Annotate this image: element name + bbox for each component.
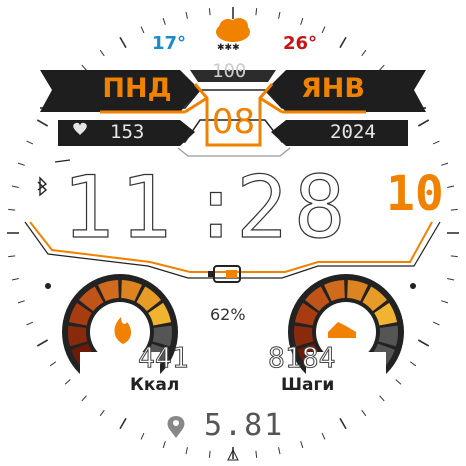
calories-label: Ккал (130, 375, 180, 395)
cloud-snow-icon: ✱✱✱ (216, 18, 250, 53)
bezel-tick (185, 11, 188, 19)
bezel-tick (8, 208, 16, 211)
bezel-tick (26, 321, 34, 326)
bezel-tick (417, 339, 430, 347)
bezel-tick (321, 26, 326, 34)
bezel-tick (379, 64, 385, 71)
bezel-tick (99, 49, 105, 57)
bezel-tick (17, 300, 25, 304)
bezel-tick (300, 441, 304, 449)
bezel-tick (441, 300, 449, 304)
bezel-tick (11, 185, 19, 188)
bezel-tick (278, 447, 281, 455)
time-separator: : (189, 157, 242, 258)
time-seconds: 10 (386, 166, 444, 222)
bezel-tick (255, 8, 258, 16)
bezel-tick (140, 26, 145, 34)
bezel-tick (11, 278, 19, 281)
time-minutes: 28 (235, 157, 352, 258)
bezel-tick (278, 11, 281, 19)
bezel-tick (36, 339, 49, 347)
bezel-tick (8, 255, 16, 258)
bezel-tick (361, 409, 367, 417)
bezel-tick (64, 379, 71, 385)
month: ЯНВ (301, 73, 365, 104)
time-hours: 11 (61, 157, 178, 258)
bezel-tick (432, 140, 440, 145)
bezel-tick (81, 64, 87, 71)
bezel-tick (185, 447, 188, 455)
bezel-tick (255, 450, 258, 458)
bezel-tick (162, 17, 166, 25)
day: 08 (211, 102, 256, 142)
heart-rate-value: 153 (110, 121, 145, 143)
bezel-tick (450, 255, 458, 258)
bezel-tick (395, 379, 402, 385)
bezel-tick (81, 395, 87, 402)
distance-value: 5.81 (204, 408, 285, 443)
bezel-tick (99, 409, 105, 417)
bezel-tick (26, 140, 34, 145)
bezel-tick (417, 119, 430, 127)
bezel-tick (379, 395, 385, 402)
year: 2024 (330, 121, 376, 143)
calories-value: 441 (138, 341, 190, 375)
bluetooth-icon (37, 176, 48, 197)
bezel-tick (36, 119, 49, 127)
bezel-tick (321, 432, 326, 440)
bezel-tick (339, 417, 347, 430)
bezel-tick (119, 36, 127, 49)
temp-high: 26° (283, 33, 318, 54)
bezel-tick (450, 208, 458, 211)
side-dot-left (45, 283, 51, 289)
bezel-tick (49, 361, 57, 367)
temp-low: 17° (152, 33, 187, 54)
bezel-tick (339, 36, 347, 49)
weekday: ПНД (102, 73, 172, 104)
humidity-value: 100 (212, 60, 247, 82)
side-dot-right (410, 283, 416, 289)
svg-text:✱✱✱: ✱✱✱ (217, 43, 240, 53)
bezel-tick (17, 162, 25, 166)
steps-value: 8184 (267, 341, 336, 375)
bezel-tick (432, 321, 440, 326)
steps-label: Шаги (281, 375, 335, 395)
battery-icon (208, 265, 241, 283)
bezel-tick (361, 49, 367, 57)
bezel-tick (447, 185, 455, 188)
bezel-tick (447, 278, 455, 281)
bezel-tick (208, 450, 211, 458)
bezel-tick (409, 361, 417, 367)
bezel-tick (140, 432, 145, 440)
location-pin-icon (167, 416, 185, 438)
battery-percent: 62% (210, 305, 246, 324)
bezel-tick (162, 441, 166, 449)
bezel-tick (119, 417, 127, 430)
bezel-tick (300, 17, 304, 25)
bezel-tick (208, 8, 211, 16)
